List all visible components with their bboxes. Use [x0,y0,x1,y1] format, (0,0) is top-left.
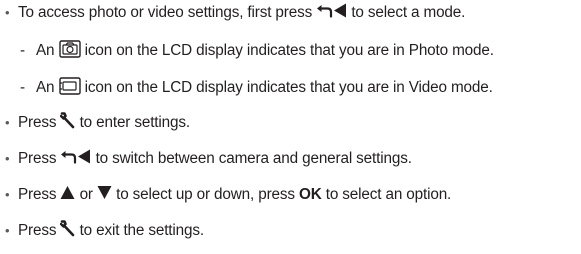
item-text: Press to exit the settings. [18,220,204,239]
bullet: • [5,223,10,238]
item-text: Press to enter settings. [18,112,190,131]
video-mode-icon [58,77,81,95]
item-text: To access photo or video settings, first… [18,3,466,21]
bullet: • [5,115,10,130]
item-text: An icon on the LCD display indicates tha… [36,39,494,63]
left-triangle-icon [77,149,91,164]
ok-button-label: OK [298,186,322,203]
dash-marker: - [20,42,25,59]
photo-mode-icon [58,40,81,58]
back-arrow-icon [60,150,77,164]
back-arrow-icon [316,4,333,18]
wrench-icon [60,220,75,237]
down-triangle-icon [97,185,112,200]
left-triangle-icon [333,3,347,18]
bullet: • [5,187,10,202]
dash-marker: - [20,79,25,96]
up-triangle-icon [60,185,75,200]
item-text: An icon on the LCD display indicates tha… [36,76,493,100]
item-text: Press or to select up or down, press OK … [18,185,452,203]
item-text: Press to switch between camera and gener… [18,149,412,167]
wrench-icon [60,112,75,129]
bullet: • [5,5,10,20]
bullet: • [5,151,10,166]
